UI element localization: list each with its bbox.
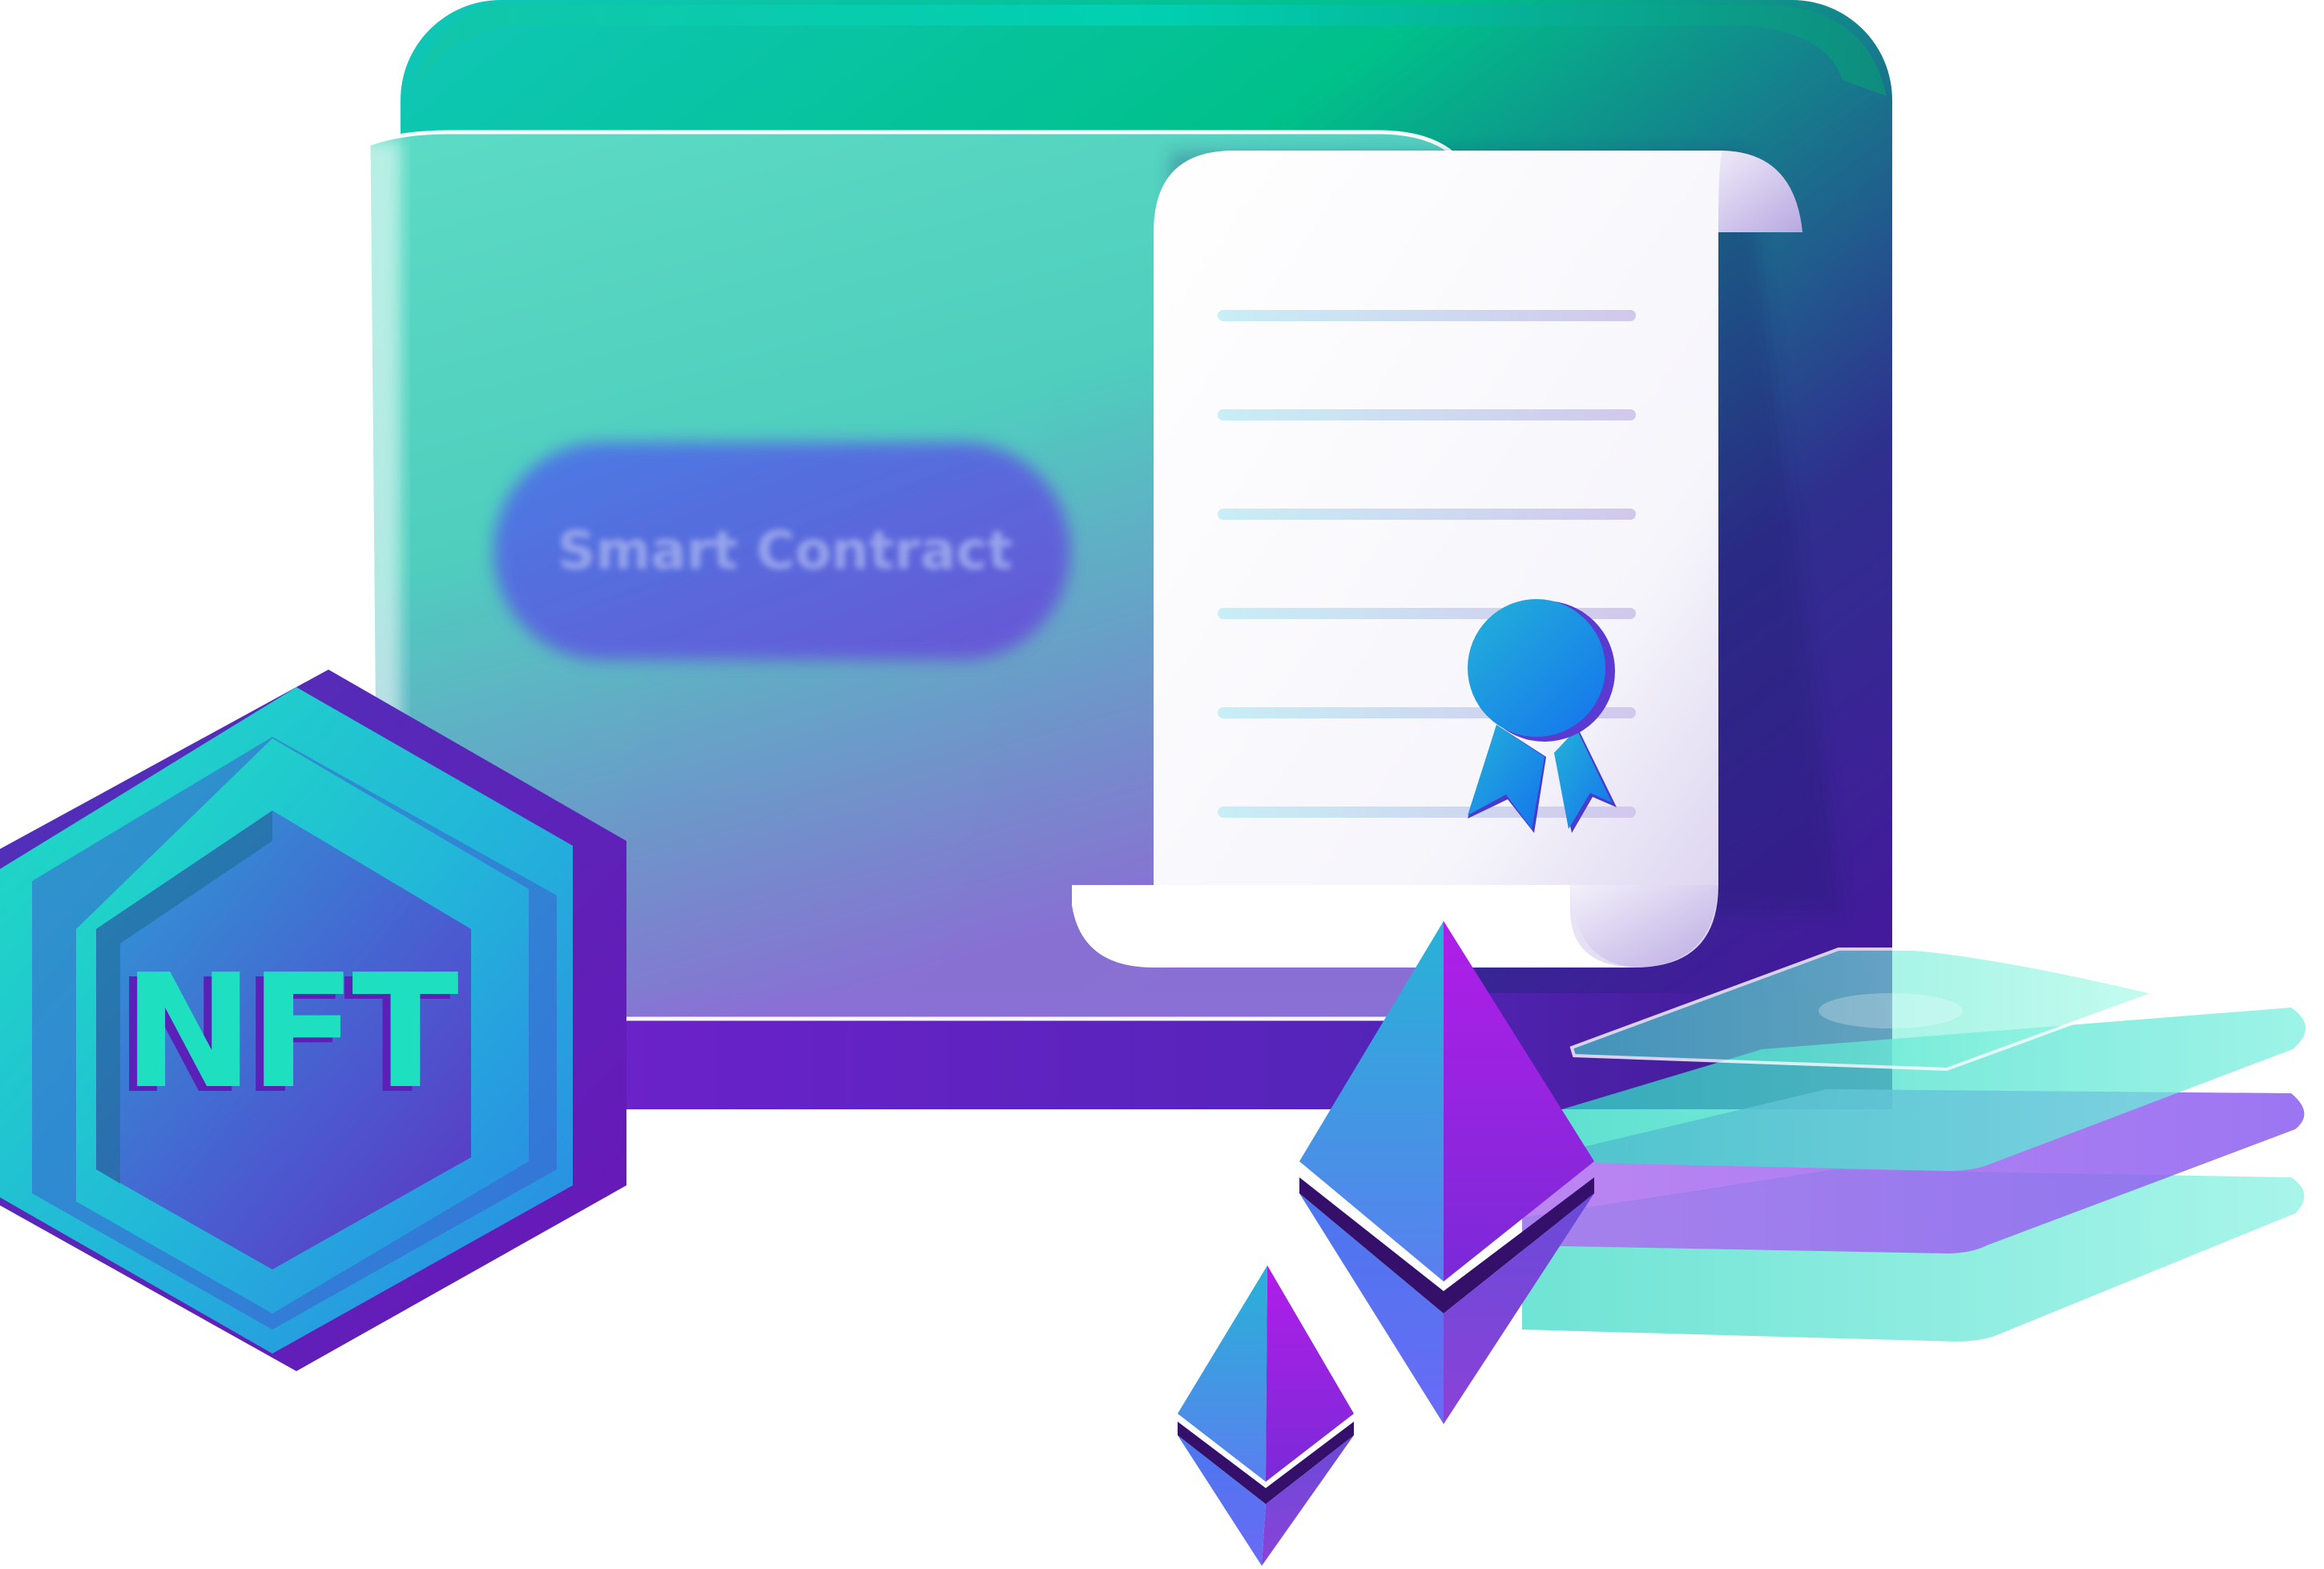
smart-contract-nft-illustration: Smart Contract NFT NFT (0, 0, 2306, 1566)
smart-contract-label: Smart Contract (558, 520, 1013, 581)
certificate-line (1218, 409, 1636, 420)
layer-glass-highlight (1819, 993, 1963, 1028)
nft-label: NFT (123, 941, 458, 1124)
certificate-sheet (1154, 151, 1722, 968)
certificate-line (1218, 509, 1636, 520)
ethereum-icon (1178, 1265, 1354, 1566)
smart-contract-pill: Smart Contract (493, 442, 1070, 660)
certificate-bottom-curl (1072, 885, 1638, 968)
certificate-icon (1072, 151, 1843, 968)
certificate-line (1218, 310, 1636, 321)
